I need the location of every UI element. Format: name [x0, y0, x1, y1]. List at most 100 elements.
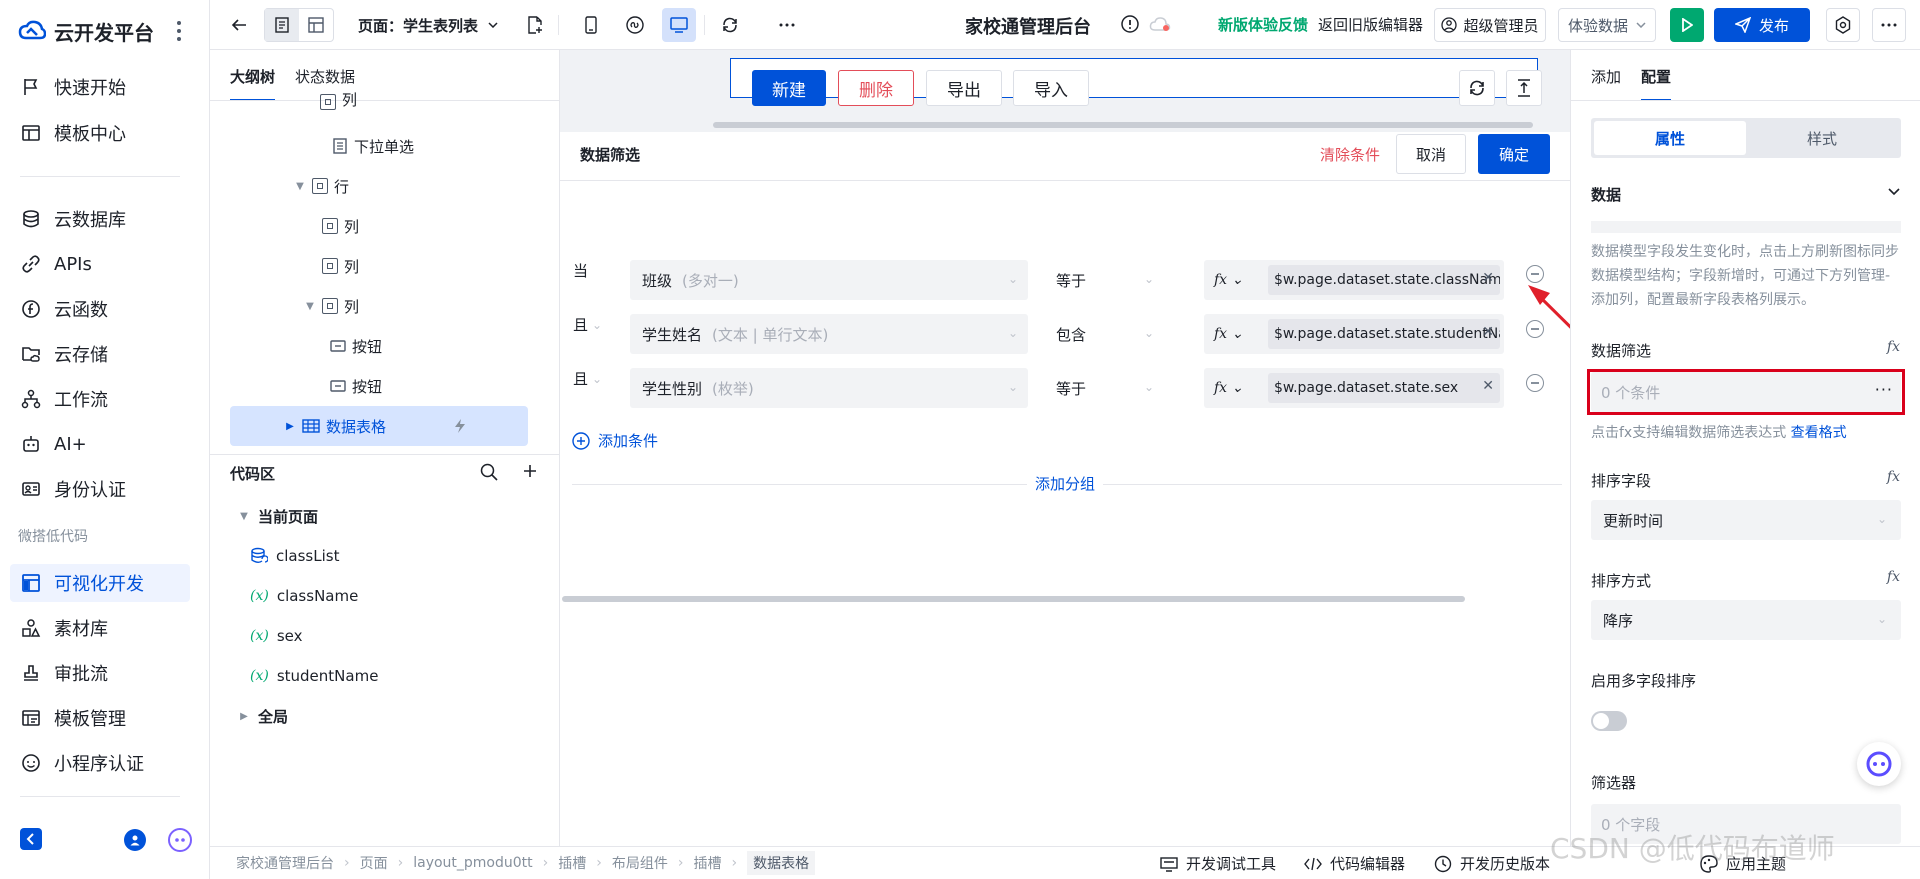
nav-item-workflow[interactable]: 工作流: [10, 380, 190, 418]
nav-item-miniprogram-auth[interactable]: 小程序认证: [10, 744, 190, 782]
tree-node-column[interactable]: 列: [322, 248, 359, 284]
debug-tools-button[interactable]: 开发调试工具: [1160, 853, 1276, 874]
horizontal-scrollbar[interactable]: [562, 596, 1465, 602]
fx-icon[interactable]: fx ⌄: [1214, 380, 1243, 396]
breadcrumb-item[interactable]: layout_pmodu0tt: [413, 855, 532, 871]
sort-order-select[interactable]: 降序 ⌄: [1591, 600, 1901, 640]
tab-add[interactable]: 添加: [1591, 66, 1621, 101]
fx-icon[interactable]: fx: [1887, 469, 1900, 485]
assistant-icon[interactable]: [168, 828, 192, 852]
nav-item-quickstart[interactable]: 快速开始: [10, 68, 190, 106]
tree-node-row[interactable]: ▼ 行: [294, 168, 349, 204]
nav-item-database[interactable]: 云数据库: [10, 200, 190, 238]
nav-item-functions[interactable]: 云函数: [10, 290, 190, 328]
run-button[interactable]: [1670, 8, 1704, 42]
expression-tag[interactable]: $w.page.dataset.state.className ✕: [1268, 265, 1500, 295]
user-avatar[interactable]: [124, 829, 146, 851]
segment-properties[interactable]: 属性: [1594, 121, 1746, 155]
tree-node-column[interactable]: 列: [322, 208, 359, 244]
confirm-button[interactable]: 确定: [1478, 134, 1550, 174]
condition-prefix[interactable]: 且 ⌄: [573, 368, 602, 389]
condition-operator-select[interactable]: 等于 ⌄: [1044, 260, 1164, 300]
page-view-button[interactable]: [265, 9, 299, 41]
tree-node-button[interactable]: 按钮: [330, 368, 382, 404]
pc-preview-button[interactable]: [662, 8, 696, 42]
nav-item-template-mgmt[interactable]: 模板管理: [10, 699, 190, 737]
code-item-variable[interactable]: (x) studentName: [250, 658, 378, 694]
layout-view-button[interactable]: [299, 9, 333, 41]
nav-item-apis[interactable]: APIs: [10, 245, 190, 283]
column-height-button[interactable]: [1506, 70, 1542, 106]
collapse-sidebar-button[interactable]: [20, 828, 42, 850]
brand[interactable]: 云开发平台: [18, 14, 154, 48]
view-format-link[interactable]: 查看格式: [1791, 425, 1847, 441]
mobile-preview-button[interactable]: [574, 8, 608, 42]
search-icon[interactable]: [480, 463, 498, 481]
condition-value-field[interactable]: fx ⌄ $w.page.dataset.state.className ✕: [1204, 260, 1504, 300]
breadcrumb-item[interactable]: 插槽: [558, 853, 586, 873]
add-page-button[interactable]: [522, 8, 548, 42]
clear-conditions-link[interactable]: 清除条件: [1320, 144, 1380, 165]
horizontal-scrollbar[interactable]: [713, 122, 1533, 128]
back-button[interactable]: [226, 8, 252, 42]
condition-value-field[interactable]: fx ⌄ $w.page.dataset.state.sex ✕: [1204, 368, 1504, 408]
export-button[interactable]: 导出: [926, 70, 1002, 106]
close-icon[interactable]: ✕: [1482, 270, 1494, 286]
ai-assistant-button[interactable]: [1857, 742, 1901, 786]
code-item-variable[interactable]: (x) sex: [250, 618, 303, 654]
caret-right-icon[interactable]: ▶: [284, 421, 296, 432]
nav-item-approval[interactable]: 审批流: [10, 654, 190, 692]
condition-field-select[interactable]: 学生姓名 (文本 | 单行文本) ⌄: [630, 314, 1028, 354]
delete-button[interactable]: 删除: [838, 70, 914, 106]
chevron-down-icon[interactable]: [1888, 188, 1900, 196]
sort-field-select[interactable]: 更新时间 ⌄: [1591, 500, 1901, 540]
expression-tag[interactable]: $w.page.dataset.state.studentName✕: [1268, 319, 1500, 349]
page-select[interactable]: 页面：学生表列表: [358, 8, 498, 42]
lightning-icon[interactable]: [453, 418, 467, 434]
caret-down-icon[interactable]: ▼: [294, 181, 306, 192]
tab-config[interactable]: 配置: [1641, 66, 1672, 101]
info-icon[interactable]: [1121, 15, 1139, 33]
breadcrumb-item[interactable]: 页面: [360, 853, 388, 873]
close-icon[interactable]: ✕: [1482, 378, 1494, 394]
tree-node-button[interactable]: 按钮: [330, 328, 382, 364]
condition-prefix[interactable]: 且 ⌄: [573, 314, 602, 335]
feedback-link[interactable]: 新版体验反馈: [1218, 14, 1308, 35]
miniprogram-preview-button[interactable]: [618, 8, 652, 42]
tree-node-data-table[interactable]: ▶ 数据表格: [284, 408, 386, 444]
publish-button[interactable]: 发布: [1714, 8, 1810, 42]
more-button[interactable]: [770, 8, 804, 42]
code-group-current-page[interactable]: ▼ 当前页面: [238, 498, 318, 534]
breadcrumb-item[interactable]: 布局组件: [612, 853, 668, 873]
code-item-variable[interactable]: (x) className: [250, 578, 358, 614]
tab-outline-tree[interactable]: 大纲树: [230, 66, 276, 101]
nav-item-storage[interactable]: 云存储: [10, 335, 190, 373]
add-group-button[interactable]: 添加分组: [1026, 475, 1103, 493]
more-menu-button[interactable]: [1872, 8, 1906, 42]
breadcrumb-item-current[interactable]: 数据表格: [747, 851, 816, 875]
nav-item-templates[interactable]: 模板中心: [10, 114, 190, 152]
plus-icon[interactable]: [522, 463, 538, 479]
code-item-datasource[interactable]: classList: [250, 538, 339, 574]
tree-node-dropdown[interactable]: 下拉单选: [332, 128, 414, 164]
add-condition-button[interactable]: 添加条件: [572, 430, 658, 451]
more-vertical-icon[interactable]: [176, 20, 182, 42]
breadcrumb-item[interactable]: 家校通管理后台: [236, 853, 334, 873]
multi-sort-toggle[interactable]: [1591, 711, 1627, 731]
tree-node-column[interactable]: 列: [320, 92, 357, 110]
new-button[interactable]: 新建: [752, 70, 826, 106]
fx-icon[interactable]: fx: [1887, 569, 1900, 585]
condition-operator-select[interactable]: 等于 ⌄: [1044, 368, 1164, 408]
nav-item-visual-dev[interactable]: 可视化开发: [10, 564, 190, 602]
caret-right-icon[interactable]: ▶: [238, 711, 250, 722]
condition-value-field[interactable]: fx ⌄ $w.page.dataset.state.studentName✕: [1204, 314, 1504, 354]
condition-field-select[interactable]: 学生性别 (枚举) ⌄: [630, 368, 1028, 408]
segment-style[interactable]: 样式: [1746, 121, 1898, 155]
history-button[interactable]: 开发历史版本: [1434, 853, 1550, 874]
cancel-button[interactable]: 取消: [1396, 134, 1466, 174]
table-refresh-button[interactable]: [1459, 70, 1495, 106]
breadcrumb-item[interactable]: 插槽: [693, 853, 721, 873]
nav-item-ai[interactable]: AI+: [10, 425, 190, 463]
fx-icon[interactable]: fx ⌄: [1214, 326, 1243, 342]
fx-icon[interactable]: fx: [1887, 339, 1900, 355]
